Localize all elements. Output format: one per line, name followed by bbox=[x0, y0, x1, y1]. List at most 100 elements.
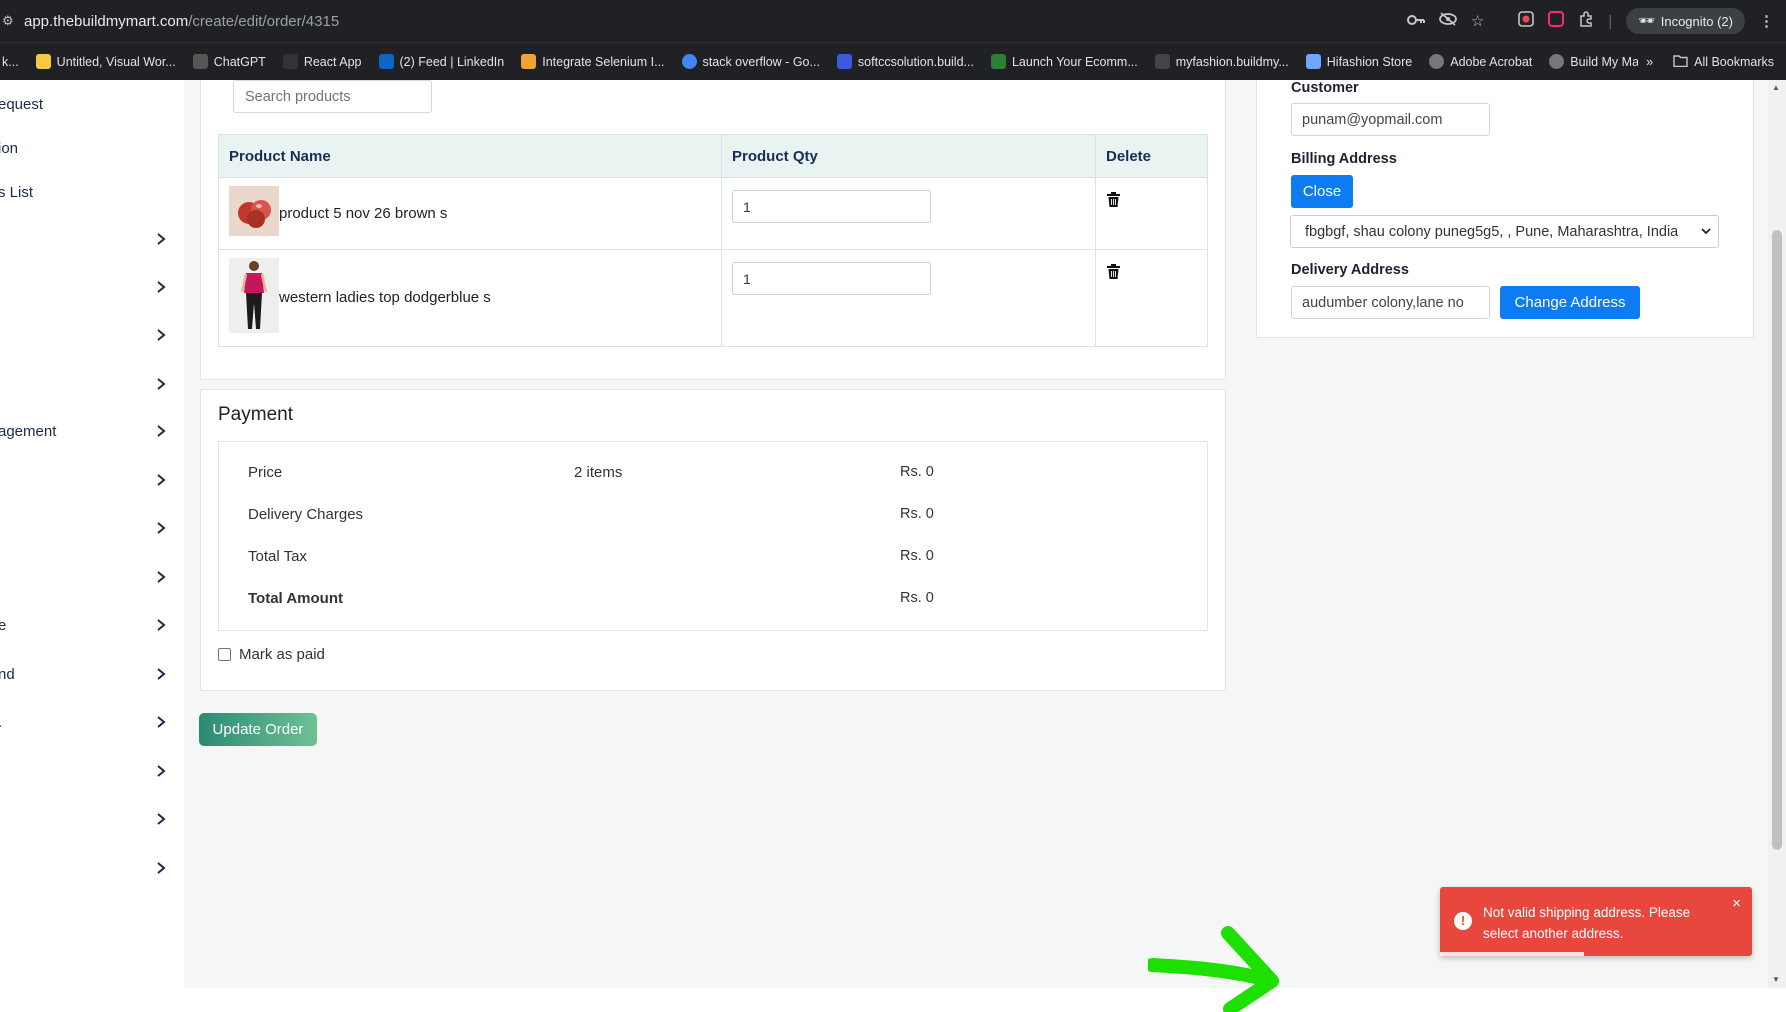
extensions-puzzle-icon[interactable] bbox=[1578, 11, 1594, 31]
bookmark-item[interactable]: React App bbox=[282, 54, 362, 69]
bookmark-label: softccsolution.build... bbox=[857, 54, 974, 69]
bookmark-item[interactable]: Integrate Selenium I... bbox=[521, 54, 665, 69]
url-path: /create/edit/order/4315 bbox=[188, 12, 340, 30]
bookmark-label: k... bbox=[2, 54, 19, 69]
chevron-right-icon bbox=[154, 764, 168, 778]
sidebar-item[interactable] bbox=[0, 848, 184, 888]
bookmark-item[interactable]: Launch Your Ecomm... bbox=[990, 54, 1138, 69]
bookmark-item[interactable]: Adobe Acrobat bbox=[1429, 54, 1532, 69]
sidebar-item-label: nd bbox=[0, 665, 15, 683]
sidebar-item[interactable]: . bbox=[0, 702, 184, 742]
sidebar-item[interactable] bbox=[0, 751, 184, 791]
payment-row-label: Total Amount bbox=[248, 590, 343, 607]
sidebar-item[interactable] bbox=[0, 315, 184, 355]
sidebar-item[interactable]: nd bbox=[0, 654, 184, 694]
bookmark-item[interactable]: softccsolution.build... bbox=[836, 54, 974, 69]
qty-input[interactable]: 1 bbox=[732, 262, 931, 295]
column-header-delete: Delete bbox=[1095, 134, 1208, 178]
billing-address-select[interactable]: fbgbgf, shau colony puneg5g5, , Pune, Ma… bbox=[1290, 215, 1719, 248]
table-row: product 5 nov 26 brown s 1 bbox=[218, 177, 1208, 250]
delete-trash-icon[interactable] bbox=[1107, 192, 1121, 208]
sidebar-item[interactable] bbox=[0, 364, 184, 404]
sidebar-item[interactable]: equest bbox=[0, 84, 184, 124]
globe-icon bbox=[1429, 54, 1445, 69]
sidebar-item-label: e bbox=[0, 616, 7, 634]
scroll-down-arrow-icon[interactable]: ▼ bbox=[1772, 975, 1780, 984]
bookmark-item[interactable]: Build My Mart bbox=[1549, 54, 1647, 69]
chevron-right-icon bbox=[154, 618, 168, 632]
customer-email-value: punam@yopmail.com bbox=[1302, 111, 1443, 128]
chevron-right-icon bbox=[154, 232, 168, 246]
payment-row-label: Delivery Charges bbox=[248, 506, 364, 523]
bookmark-label: Launch Your Ecomm... bbox=[1011, 54, 1138, 69]
key-icon[interactable] bbox=[1406, 13, 1425, 30]
chevron-right-icon bbox=[154, 812, 168, 826]
mark-as-paid-checkbox[interactable] bbox=[218, 648, 231, 661]
search-products-input[interactable]: Search products bbox=[233, 80, 432, 113]
menu-kebab-icon[interactable]: ⋮ bbox=[1759, 12, 1774, 30]
more-bookmarks-chevron-icon[interactable]: » bbox=[1646, 55, 1653, 69]
sidebar-item[interactable]: agement bbox=[0, 411, 184, 451]
sidebar: equest ion s List agement e nd. bbox=[0, 80, 184, 988]
site-info-icon[interactable]: ⚙ bbox=[2, 13, 18, 29]
bookmarks-bar: k... Untitled, Visual Wor... ChatGPT React … bbox=[0, 42, 1786, 80]
bookmark-item[interactable]: k... bbox=[0, 54, 19, 69]
scrollbar-thumb[interactable] bbox=[1772, 230, 1782, 850]
change-address-button[interactable]: Change Address bbox=[1500, 286, 1640, 319]
bookmark-label: ChatGPT bbox=[213, 54, 266, 69]
product-name: product 5 nov 26 brown s bbox=[279, 204, 448, 222]
customer-label: Customer bbox=[1291, 80, 1359, 96]
customer-email-field[interactable]: punam@yopmail.com bbox=[1291, 103, 1490, 136]
bookmark-item[interactable]: Hifashion Store bbox=[1305, 54, 1412, 69]
extension-camera-icon[interactable] bbox=[1518, 11, 1535, 31]
bookmark-label: (2) Feed | LinkedIn bbox=[399, 54, 505, 69]
all-bookmarks-button[interactable]: All Bookmarks bbox=[1673, 54, 1774, 70]
search-placeholder: Search products bbox=[245, 88, 351, 105]
incognito-badge[interactable]: 🕶 Incognito (2) bbox=[1626, 8, 1745, 34]
sidebar-item[interactable] bbox=[0, 799, 184, 839]
bookmark-item[interactable]: myfashion.buildmy... bbox=[1154, 54, 1289, 69]
scroll-up-arrow-icon[interactable]: ▲ bbox=[1772, 83, 1780, 92]
sidebar-item-label: s List bbox=[0, 183, 34, 201]
bookmark-item[interactable]: ChatGPT bbox=[192, 54, 266, 69]
chevron-right-icon bbox=[154, 328, 168, 342]
url-field[interactable]: app.thebuildmymart.com/create/edit/order… bbox=[24, 13, 339, 30]
bookmark-item[interactable]: stack overflow - Go... bbox=[681, 54, 820, 69]
bookmark-item[interactable]: (2) Feed | LinkedIn bbox=[378, 54, 505, 69]
bookmark-label: Adobe Acrobat bbox=[1450, 54, 1533, 69]
sidebar-item[interactable] bbox=[0, 557, 184, 597]
green-arrow-annotation bbox=[1148, 926, 1279, 1012]
star-icon[interactable]: ☆ bbox=[1471, 12, 1484, 30]
sidebar-item-label: ion bbox=[0, 139, 19, 157]
chevron-right-icon bbox=[154, 473, 168, 487]
chevron-down-icon bbox=[1700, 225, 1712, 237]
chevron-right-icon bbox=[154, 280, 168, 294]
extension-record-icon[interactable] bbox=[1548, 11, 1565, 31]
sidebar-item[interactable] bbox=[0, 267, 184, 307]
update-order-button[interactable]: Update Order bbox=[199, 713, 317, 746]
sidebar-item[interactable] bbox=[0, 460, 184, 500]
chevron-right-icon bbox=[154, 377, 168, 391]
column-header-product-qty: Product Qty bbox=[721, 134, 1096, 178]
sidebar-item[interactable] bbox=[0, 508, 184, 548]
sidebar-item[interactable]: s List bbox=[0, 172, 184, 212]
bookmark-item[interactable]: Untitled, Visual Wor... bbox=[35, 54, 176, 69]
delete-trash-icon[interactable] bbox=[1107, 264, 1121, 280]
browser-address-bar: ⚙ app.thebuildmymart.com/create/edit/ord… bbox=[0, 0, 1786, 42]
bookmark-label: stack overflow - Go... bbox=[702, 54, 820, 69]
toast-close-icon[interactable]: × bbox=[1732, 895, 1741, 912]
close-button[interactable]: Close bbox=[1291, 175, 1353, 208]
eye-off-icon[interactable] bbox=[1438, 12, 1457, 30]
sidebar-item[interactable]: e bbox=[0, 605, 184, 645]
table-row: western ladies top dodgerblue s 1 bbox=[218, 249, 1208, 347]
linkedin-icon bbox=[378, 54, 394, 69]
delivery-address-field[interactable]: audumber colony,lane no bbox=[1291, 286, 1490, 319]
mark-as-paid[interactable]: Mark as paid bbox=[218, 646, 325, 663]
qty-input[interactable]: 1 bbox=[732, 190, 931, 223]
payment-row-count: 2 items bbox=[574, 464, 623, 481]
sidebar-item[interactable] bbox=[0, 219, 184, 259]
bookmark-label: Integrate Selenium I... bbox=[542, 54, 665, 69]
error-toast: ! Not valid shipping address. Please sel… bbox=[1440, 887, 1752, 956]
toast-message: Not valid shipping address. Please selec… bbox=[1483, 905, 1691, 941]
sidebar-item[interactable]: ion bbox=[0, 128, 184, 168]
